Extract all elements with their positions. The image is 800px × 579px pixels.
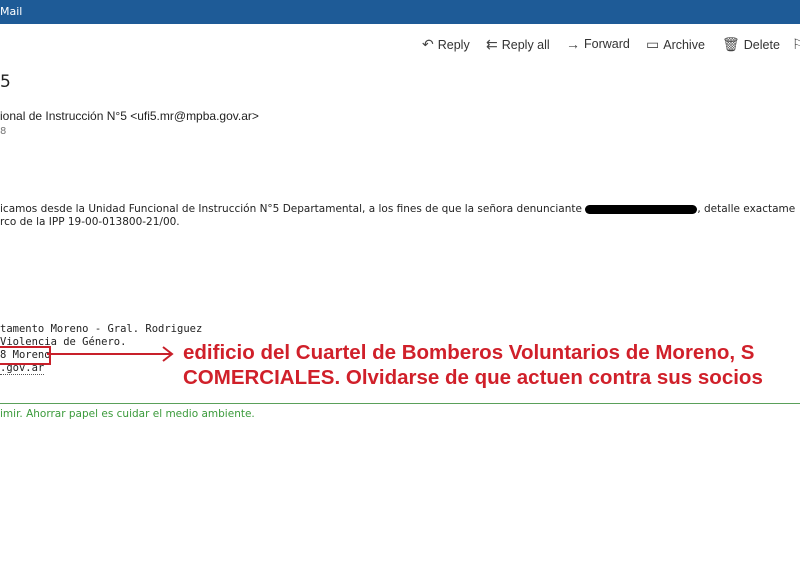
forward-label: Forward [584,37,630,51]
body-text-end: , detalle exactame [697,203,796,215]
archive-button[interactable]: ▭ Archive [646,36,705,53]
trash-icon: 🗑 [722,36,740,52]
annotation-line-1: edificio del Cuartel de Bomberos Volunta… [183,341,755,364]
title-bar: Mail [0,0,800,24]
email-subject: 5 [0,72,11,92]
footer-note: imir. Ahorrar papel es cuidar el medio a… [0,408,255,420]
archive-label: Archive [663,37,705,52]
reply-icon: ↶ [422,36,434,52]
arrow-annotation [47,346,174,362]
reply-all-icon: ⇇ [486,36,498,52]
delete-button[interactable]: 🗑 Delete [722,36,780,53]
body-text: icamos desde la Unidad Funcional de Inst… [0,203,582,215]
archive-icon: ▭ [646,36,660,52]
forward-arrow-icon: → [566,36,580,52]
signature-line: tamento Moreno - Gral. Rodriguez [0,323,203,335]
reply-button[interactable]: ↶ Reply [422,36,470,53]
reply-all-label: Reply all [501,37,550,52]
body-line-1: icamos desde la Unidad Funcional de Inst… [0,203,795,215]
footer-divider [0,403,800,404]
window-title: Mail [0,5,23,18]
redaction-mark [585,204,698,214]
body-line-2: rco de la IPP 19-00-013800-21/00. [0,216,180,228]
flag-button[interactable]: ⚐ [792,36,800,53]
sender[interactable]: ional de Instrucción N°5 <ufi5.mr@mpba.g… [0,109,259,123]
annotation-line-2: COMERCIALES. Olvidarse de que actuen con… [183,366,763,389]
forward-button[interactable]: → Forward [566,36,630,52]
email-date: 8 [0,126,7,137]
flag-icon: ⚐ [792,36,800,52]
highlight-box [0,346,51,365]
delete-label: Delete [743,37,780,52]
reply-all-button[interactable]: ⇇ Reply all [486,36,550,53]
reply-label: Reply [437,37,470,52]
